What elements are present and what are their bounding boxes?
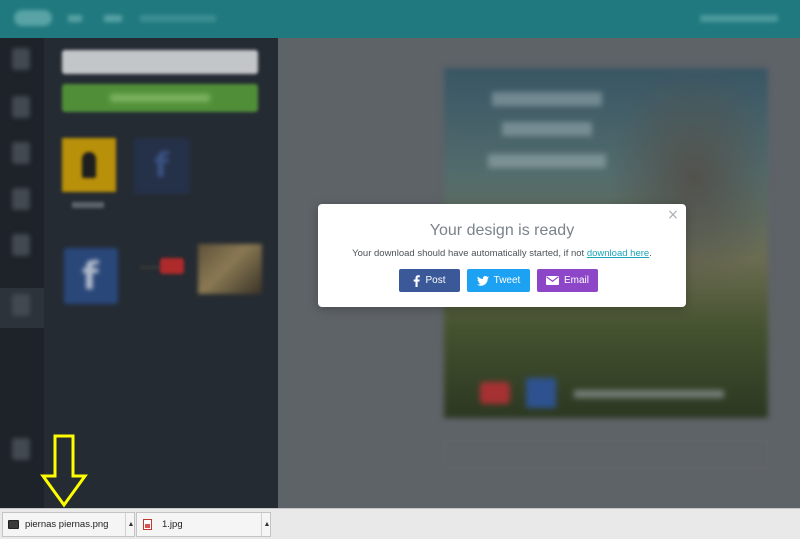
envelope-icon [545,276,559,285]
email-button-label: Email [563,275,589,286]
twitter-icon [476,275,489,286]
annotation-arrow-down [40,434,88,508]
email-button[interactable]: Email [537,269,598,292]
tweet-button[interactable]: Tweet [467,269,530,292]
download-shelf: piernas piernas.png ▲ 1.jpg ▲ [0,508,800,539]
post-button[interactable]: Post [399,269,460,292]
dialog-message: Your download should have automatically … [318,248,686,259]
download-ready-dialog: × Your design is ready Your download sho… [318,204,686,307]
image-file-icon [8,520,19,529]
dialog-message-end: . [649,248,652,259]
dialog-title: Your design is ready [429,222,575,239]
chevron-down-icon[interactable]: ▲ [263,520,271,530]
download-item-divider [261,513,262,536]
download-filename: piernas piernas.png [25,519,109,530]
download-filename: 1.jpg [162,519,183,530]
post-button-label: Post [425,275,446,286]
facebook-icon [413,274,421,287]
download-item-1jpg[interactable]: 1.jpg ▲ [136,512,271,537]
chevron-down-icon[interactable]: ▲ [127,520,135,530]
dialog-message-text: Your download should have automatically … [352,248,587,259]
tweet-button-label: Tweet [493,275,521,286]
jpg-file-icon [143,519,152,530]
close-icon[interactable]: × [666,208,680,222]
download-item-piernas[interactable]: piernas piernas.png ▲ [2,512,135,537]
download-item-divider [125,513,126,536]
download-here-link[interactable]: download here [587,248,649,259]
